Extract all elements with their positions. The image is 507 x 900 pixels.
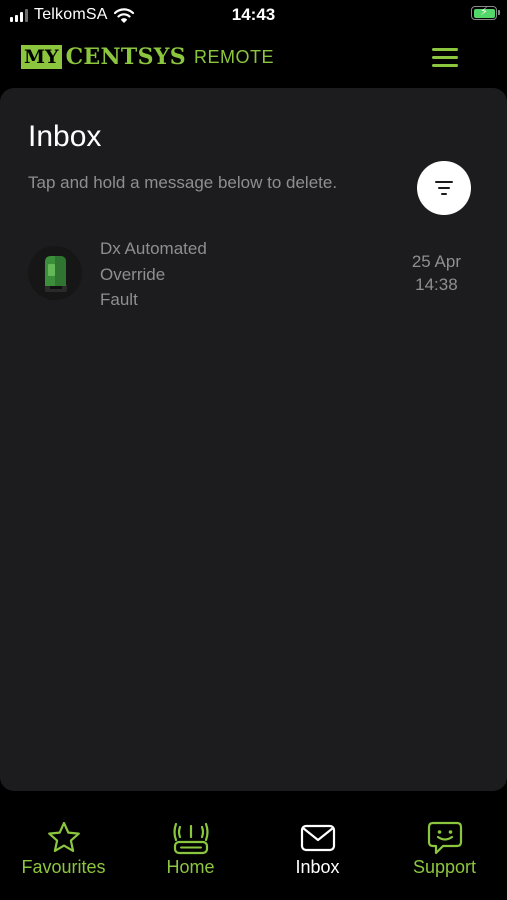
star-icon [47, 821, 80, 852]
logo-brand: CENTSYS [65, 44, 186, 70]
status-time: 14:43 [231, 5, 276, 24]
chat-smiley-icon [427, 821, 462, 855]
tab-bar: Favourites Home Inbox Support [0, 791, 507, 900]
tab-label: Favourites [21, 857, 106, 877]
page-title: Inbox [28, 120, 102, 153]
filter-button[interactable] [417, 161, 471, 215]
message-date: 25 Apr [411, 252, 461, 271]
tab-home[interactable]: Home [127, 791, 254, 900]
message-row[interactable]: Dx Automated Override Fault 25 Apr 14:38 [28, 236, 478, 316]
tab-inbox[interactable]: Inbox [254, 791, 381, 900]
inbox-card: Inbox Tap and hold a message below to de… [0, 88, 507, 791]
logo-my: MY [21, 45, 62, 69]
envelope-icon [300, 824, 335, 852]
tab-support[interactable]: Support [381, 791, 507, 900]
tab-label: Inbox [295, 857, 340, 877]
message-text: Dx Automated Override Fault [100, 236, 360, 313]
gate-motor-thumbnail [28, 246, 82, 300]
battery-charging-icon: ⚡ [471, 6, 500, 20]
message-line: Dx Automated [100, 239, 207, 258]
hamburger-menu-icon[interactable] [428, 44, 462, 72]
delete-hint: Tap and hold a message below to delete. [28, 173, 338, 192]
app-logo: MY CENTSYS REMOTE [21, 45, 274, 69]
tab-label: Support [412, 857, 477, 877]
message-line: Fault [100, 290, 138, 309]
status-bar: TelkomSA 14:43 ⚡ [0, 0, 507, 30]
message-time: 14:38 [415, 275, 458, 294]
message-timestamp: 25 Apr 14:38 [412, 250, 461, 296]
tab-favourites[interactable]: Favourites [0, 791, 127, 900]
logo-suffix: REMOTE [193, 47, 274, 67]
gate-remote-icon [172, 822, 209, 855]
app-header: MY CENTSYS REMOTE [0, 30, 507, 88]
message-line: Override [100, 264, 166, 284]
tab-label: Home [166, 857, 215, 877]
